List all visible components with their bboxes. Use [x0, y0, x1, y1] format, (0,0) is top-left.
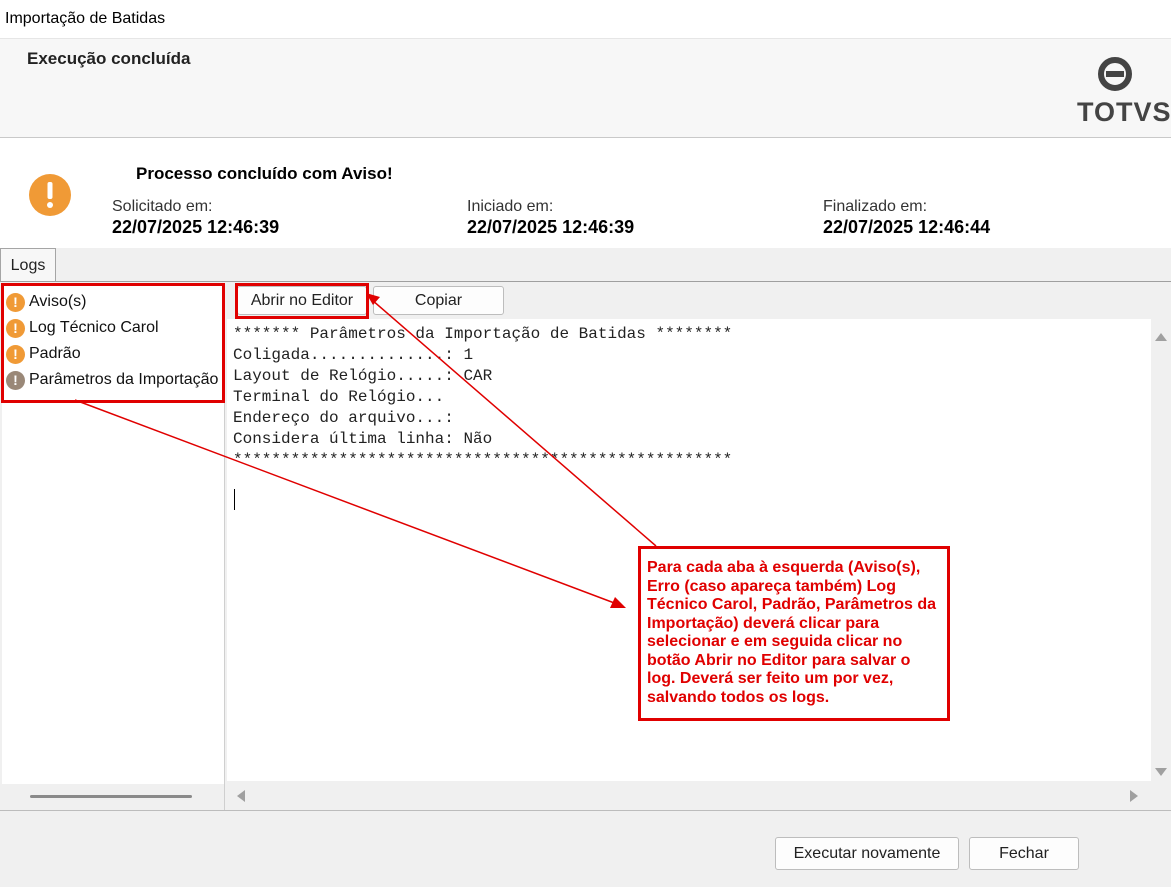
log-line: Endereço do arquivo...: — [233, 409, 454, 427]
log-line: ****************************************… — [233, 451, 733, 469]
finished-value: 22/07/2025 12:46:44 — [823, 217, 991, 237]
log-line: Considera última linha: Não — [233, 430, 493, 448]
annotation-highlight-open-editor — [235, 283, 369, 319]
totvs-logo-icon — [1098, 57, 1132, 91]
footer-bar: Executar novamente Fechar — [0, 810, 1171, 887]
status-panel: Processo concluído com Aviso! Solicitado… — [0, 138, 1171, 248]
scroll-down-icon[interactable] — [1155, 768, 1167, 776]
copy-button[interactable]: Copiar — [373, 286, 504, 315]
tab-strip: Logs — [0, 248, 1171, 282]
started-time: Iniciado em: 22/07/2025 12:46:39 — [467, 198, 634, 238]
close-button[interactable]: Fechar — [969, 837, 1079, 870]
started-value: 22/07/2025 12:46:39 — [467, 217, 635, 237]
annotation-highlight-log-list — [1, 283, 225, 403]
log-line: ******* Parâmetros da Importação de Bati… — [233, 325, 733, 343]
finished-label: Finalizado em: — [823, 198, 928, 215]
scroll-right-icon[interactable] — [1130, 790, 1138, 802]
log-list-horizontal-scrollbar[interactable] — [2, 784, 224, 810]
execution-status-title: Execução concluída — [27, 49, 191, 68]
totvs-logo: TOTVS — [1070, 54, 1171, 134]
tab-logs[interactable]: Logs — [0, 248, 56, 281]
run-again-button[interactable]: Executar novamente — [775, 837, 959, 870]
scroll-up-icon[interactable] — [1155, 333, 1167, 341]
started-label: Iniciado em: — [467, 198, 554, 215]
header-panel: Execução concluída TOTVS — [0, 39, 1171, 138]
log-horizontal-scrollbar[interactable] — [227, 781, 1171, 810]
log-line: Layout de Relógio.....: CAR — [233, 367, 493, 385]
scrollbar-thumb[interactable] — [30, 795, 192, 798]
log-line: Terminal do Relógio... — [233, 388, 445, 406]
log-vertical-scrollbar[interactable] — [1151, 319, 1171, 781]
scroll-left-icon[interactable] — [237, 790, 245, 802]
requested-label: Solicitado em: — [112, 198, 213, 215]
warning-icon — [29, 174, 71, 216]
status-message: Processo concluído com Aviso! — [136, 164, 393, 183]
annotation-callout: Para cada aba à esquerda (Aviso(s), Erro… — [638, 546, 950, 721]
window-title: Importação de Batidas — [5, 10, 166, 27]
log-line: Coligada..............: 1 — [233, 346, 474, 364]
requested-value: 22/07/2025 12:46:39 — [112, 217, 280, 237]
finished-time: Finalizado em: 22/07/2025 12:46:44 — [823, 198, 990, 238]
requested-time: Solicitado em: 22/07/2025 12:46:39 — [112, 198, 279, 238]
text-caret — [234, 489, 235, 510]
logo-text: TOTVS — [1077, 97, 1171, 127]
window-titlebar: Importação de Batidas — [0, 0, 1171, 39]
